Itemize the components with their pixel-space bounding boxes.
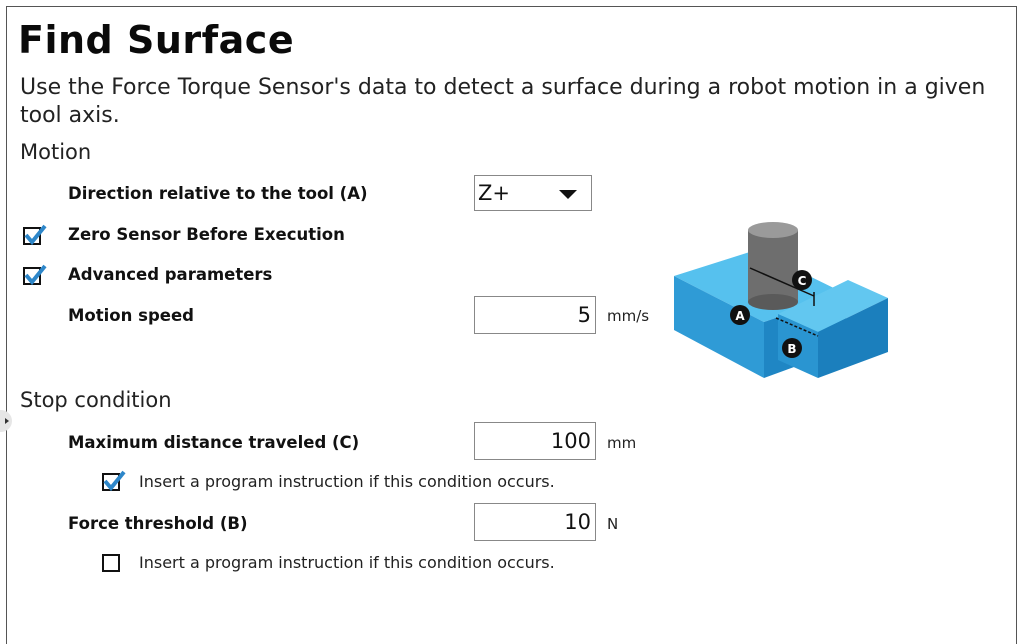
advanced-parameters-checkbox[interactable]	[23, 264, 47, 286]
marker-b-label: B	[787, 342, 796, 356]
surface-illustration: C A B	[674, 222, 888, 378]
max-distance-input[interactable]	[474, 422, 596, 460]
motion-speed-label: Motion speed	[68, 306, 194, 325]
direction-dropdown[interactable]: Z+	[474, 175, 592, 211]
checkmark-icon	[24, 264, 47, 286]
direction-label: Direction relative to the tool (A)	[68, 184, 368, 203]
marker-c-label: C	[798, 274, 807, 288]
chevron-down-icon	[559, 190, 577, 199]
max-distance-unit: mm	[607, 434, 637, 452]
page-description: Use the Force Torque Sensor's data to de…	[20, 75, 986, 128]
force-threshold-unit: N	[607, 515, 619, 533]
advanced-parameters-label: Advanced parameters	[68, 265, 273, 284]
force-threshold-input[interactable]	[474, 503, 596, 541]
force-insert-checkbox[interactable]	[102, 554, 120, 572]
marker-a-label: A	[735, 309, 745, 323]
motion-speed-unit: mm/s	[607, 307, 650, 325]
marker-b: B	[782, 338, 802, 358]
direction-value: Z+	[478, 181, 510, 205]
motion-section-heading: Motion	[20, 140, 92, 164]
force-insert-label: Insert a program instruction if this con…	[139, 553, 555, 572]
motion-speed-input[interactable]	[474, 296, 596, 334]
checkmark-icon	[103, 470, 126, 492]
page-title: Find Surface	[18, 18, 295, 62]
zero-sensor-label: Zero Sensor Before Execution	[68, 225, 345, 244]
stop-condition-heading: Stop condition	[20, 388, 172, 412]
max-distance-label: Maximum distance traveled (C)	[68, 433, 360, 452]
checkmark-icon	[24, 224, 47, 246]
zero-sensor-checkbox[interactable]	[23, 224, 47, 246]
marker-a: A	[730, 305, 750, 325]
marker-c: C	[792, 270, 812, 290]
distance-insert-checkbox[interactable]	[102, 470, 126, 492]
force-threshold-label: Force threshold (B)	[68, 514, 248, 533]
distance-insert-label: Insert a program instruction if this con…	[139, 472, 555, 491]
